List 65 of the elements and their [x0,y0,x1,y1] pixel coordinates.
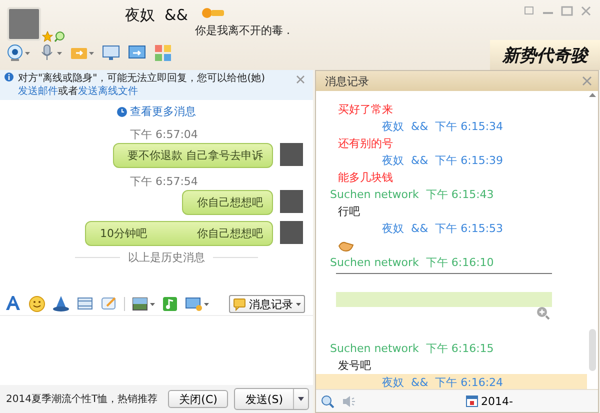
history-button[interactable]: 消息记录 [229,295,305,313]
contact-status: 你是我离不开的毒 . [195,23,290,38]
star-icon [42,31,53,42]
smiley-icon[interactable] [28,295,46,313]
date-text[interactable]: 2014- [481,394,513,408]
calendar-icon[interactable] [466,395,478,407]
chat-bubble-icon [233,298,246,310]
message-text: 发号吧 [338,359,371,372]
close-icon[interactable] [582,76,592,86]
panel-title: 消息记录 [325,74,369,88]
wizard-hat-icon[interactable] [52,295,70,313]
caret-icon[interactable] [204,302,209,306]
caret-icon[interactable] [89,52,94,54]
close-button[interactable]: 关闭(C) [168,390,228,408]
sender-line: 夜奴 && 下午 6:15:53 [382,222,504,235]
sender-line: Suchen network 下午 6:16:10 [330,256,494,269]
screenshot-icon[interactable] [185,295,203,313]
scroll-up-icon[interactable] [589,93,596,97]
apps-grid-icon[interactable] [154,44,172,62]
history-divider-text: 以上是历史消息 [128,250,205,265]
caret-icon[interactable] [150,302,155,306]
image-icon[interactable] [131,295,149,313]
more-messages-link[interactable]: 查看更多消息 [130,104,196,119]
webcam-icon[interactable] [6,44,24,62]
message-text: 买好了常来 [338,103,393,116]
message-text: 10分钟吧 [100,226,147,241]
close-icon[interactable] [296,75,305,84]
caret-icon[interactable] [298,397,304,401]
message-text: 你自己想想吧 [197,195,263,210]
notice-text: 对方"离线或隐身"，可能无法立即回复，您可以给他(她) 发送邮件或者发送离线文件 [18,72,266,98]
sender-line: Suchen network 下午 6:16:15 [330,342,494,355]
font-icon[interactable] [4,295,22,313]
caret-icon[interactable] [25,52,30,54]
speaker-icon[interactable] [342,394,355,408]
message-time: 下午 6:57:04 [130,127,199,141]
avatar-photo [7,7,41,41]
maximize-icon[interactable] [559,4,575,18]
notice-link[interactable]: 发送离线文件 [78,86,138,97]
monitor-icon[interactable] [102,44,120,62]
notice-link[interactable]: 发送邮件 [18,86,58,97]
info-icon [4,72,14,82]
message-text: 要不你退款 自己拿号去申诉 [128,148,263,163]
scrollbar-thumb[interactable] [589,329,596,371]
message-text: 你自己想想吧 [197,226,263,241]
message-time: 下午 6:57:54 [130,174,199,188]
avatar-photo [280,221,303,244]
sender-line: 夜奴 && 下午 6:15:39 [382,154,504,167]
sender-line: Suchen network 下午 6:15:43 [330,188,494,201]
message-text: 能多几块钱 [338,171,393,184]
clock-icon [117,106,127,116]
zoom-in-icon[interactable] [536,306,550,320]
avatar-photo [280,190,303,213]
music-icon[interactable] [161,295,179,313]
search-icon[interactable] [321,394,334,408]
avatar-photo [280,143,303,166]
caret-icon[interactable] [57,52,62,54]
contact-name: 夜奴 && [125,6,188,25]
ad-link[interactable]: 2014夏季潮流个性T恤，热销推荐 [6,392,162,406]
caret-icon [296,302,301,306]
sender-line: 夜奴 && 下午 6:16:24 [382,376,504,389]
search-icon[interactable] [54,31,65,42]
message-text: 还有别的号 [338,137,393,150]
ad-banner[interactable]: 新势代奇骏 [490,40,600,70]
sender-line: 夜奴 && 下午 6:15:34 [382,120,504,133]
message-text: 行吧 [338,205,360,218]
